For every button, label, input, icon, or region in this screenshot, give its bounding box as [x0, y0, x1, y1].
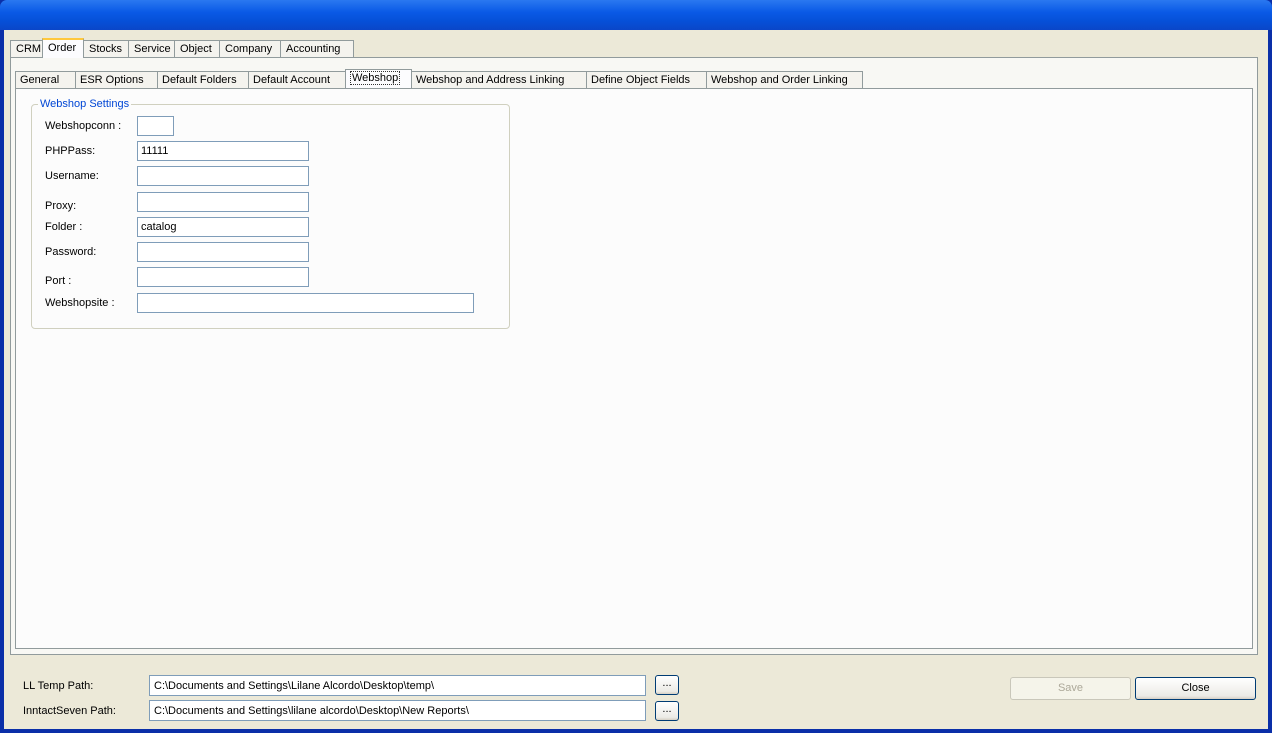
- password-field[interactable]: [137, 242, 309, 262]
- tab-company[interactable]: Company: [219, 40, 281, 57]
- subtab-general[interactable]: General: [15, 71, 76, 88]
- username-field[interactable]: [137, 166, 309, 186]
- webshopsite-field[interactable]: [137, 293, 474, 313]
- webshopconn-field[interactable]: [137, 116, 174, 136]
- tab-service[interactable]: Service: [128, 40, 175, 57]
- webshop-panel: Webshop Settings Webshopconn : PHPPass: …: [15, 88, 1253, 649]
- ll-temp-path-label: LL Temp Path:: [23, 680, 94, 692]
- webshopconn-label: Webshopconn :: [45, 120, 122, 132]
- subtab-webshop[interactable]: Webshop: [345, 69, 412, 88]
- webshopsite-label: Webshopsite :: [45, 297, 115, 309]
- ll-temp-path-field[interactable]: [149, 675, 646, 696]
- proxy-field[interactable]: [137, 192, 309, 212]
- phppass-label: PHPPass:: [45, 145, 96, 157]
- group-title: Webshop Settings: [38, 98, 132, 110]
- port-label: Port :: [45, 275, 72, 287]
- ll-temp-browse-button[interactable]: ...: [655, 675, 679, 695]
- folder-field[interactable]: [137, 217, 309, 237]
- tab-order[interactable]: Order: [42, 38, 84, 58]
- subtab-webshop-order-linking[interactable]: Webshop and Order Linking: [706, 71, 863, 88]
- phppass-field[interactable]: [137, 141, 309, 161]
- inntactseven-browse-button[interactable]: ...: [655, 701, 679, 721]
- password-label: Password:: [45, 246, 97, 258]
- subtab-webshop-address-linking[interactable]: Webshop and Address Linking: [411, 71, 587, 88]
- settings-window: CRM Order Stocks Service Object Company …: [4, 30, 1268, 729]
- inntactseven-path-field[interactable]: [149, 700, 646, 721]
- bottom-bar: LL Temp Path: ... InntactSeven Path: ...…: [4, 658, 1268, 729]
- tab-accounting[interactable]: Accounting: [280, 40, 354, 57]
- proxy-label: Proxy:: [45, 200, 77, 212]
- save-button[interactable]: Save: [1010, 677, 1131, 700]
- folder-label: Folder :: [45, 221, 83, 233]
- username-label: Username:: [45, 170, 99, 182]
- subtab-esr-options[interactable]: ESR Options: [75, 71, 158, 88]
- tab-crm[interactable]: CRM: [10, 40, 43, 57]
- subtab-define-object-fields[interactable]: Define Object Fields: [586, 71, 707, 88]
- tab-stocks[interactable]: Stocks: [83, 40, 129, 57]
- order-tab-panel: General ESR Options Default Folders Defa…: [10, 57, 1258, 655]
- inntactseven-path-label: InntactSeven Path:: [23, 705, 116, 717]
- port-field[interactable]: [137, 267, 309, 287]
- window-title-bar[interactable]: [0, 0, 1272, 30]
- subtab-webshop-label: Webshop: [350, 71, 401, 85]
- subtab-default-account[interactable]: Default Account: [248, 71, 346, 88]
- subtab-default-folders[interactable]: Default Folders: [157, 71, 249, 88]
- webshop-settings-group: Webshop Settings Webshopconn : PHPPass: …: [31, 98, 510, 329]
- tab-object[interactable]: Object: [174, 40, 220, 57]
- close-button[interactable]: Close: [1135, 677, 1256, 700]
